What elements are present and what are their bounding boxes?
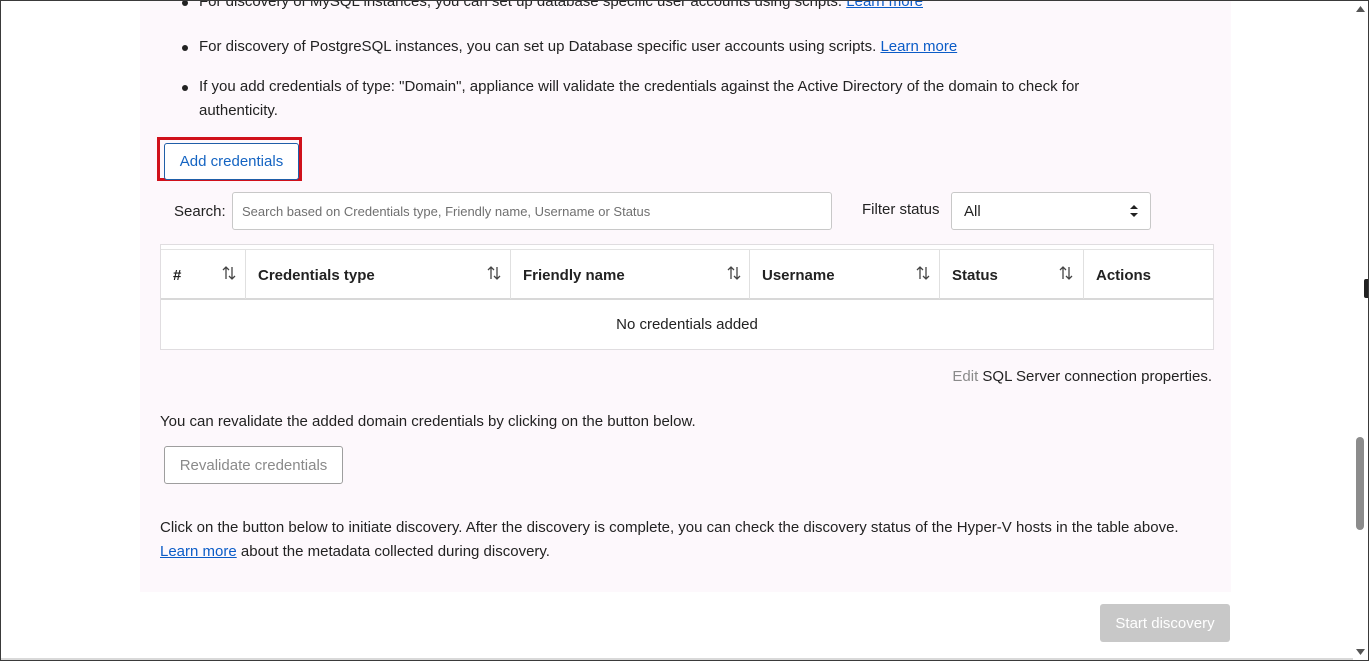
discovery-text-before: Click on the button below to initiate di…: [160, 519, 1179, 536]
sort-icon: [916, 266, 930, 280]
bullet-mysql-text: For discovery of MySQL instances, you ca…: [199, 0, 843, 10]
column-header-status[interactable]: Status: [940, 250, 1084, 299]
bullet-domain-text: If you add credentials of type: "Domain"…: [199, 78, 1080, 119]
learn-more-metadata-link[interactable]: Learn more: [160, 543, 237, 560]
edit-sql-connection-link[interactable]: Edit: [952, 368, 978, 385]
learn-more-postgresql-link[interactable]: Learn more: [880, 38, 957, 55]
column-header-actions: Actions: [1096, 267, 1152, 284]
learn-more-mysql-link[interactable]: Learn more: [846, 1, 923, 10]
column-header-username[interactable]: Username: [750, 250, 940, 299]
credentials-table: # Credentials type Friendly name Usernam…: [160, 244, 1214, 350]
scroll-up-icon[interactable]: [1356, 5, 1365, 13]
edit-sql-connection-text: SQL Server connection properties.: [982, 368, 1212, 385]
start-discovery-button[interactable]: Start discovery: [1100, 604, 1230, 642]
sort-icon: [727, 266, 741, 280]
sort-icon: [487, 266, 501, 280]
column-header-friendly-name[interactable]: Friendly name: [511, 250, 750, 299]
column-header-number[interactable]: #: [161, 250, 246, 299]
add-credentials-button[interactable]: Add credentials: [164, 143, 299, 180]
revalidate-credentials-button[interactable]: Revalidate credentials: [164, 446, 343, 484]
sort-icon: [1059, 266, 1073, 280]
filter-status-select[interactable]: All: [951, 192, 1151, 230]
discovery-text-after: about the metadata collected during disc…: [240, 543, 550, 560]
filter-status-value: All: [964, 203, 981, 220]
edit-sql-connection-line: Edit SQL Server connection properties.: [952, 368, 1212, 385]
empty-table-message: No credentials added: [616, 316, 758, 333]
bullet-postgresql-text: For discovery of PostgreSQL instances, y…: [199, 38, 877, 55]
scroll-down-icon[interactable]: [1356, 648, 1365, 656]
column-header-credentials-type[interactable]: Credentials type: [246, 250, 511, 299]
search-input[interactable]: [232, 192, 832, 230]
browser-viewport: For discovery of MySQL instances, you ca…: [0, 0, 1369, 661]
select-arrows-icon: [1130, 205, 1138, 217]
discovery-description: Click on the button below to initiate di…: [160, 516, 1220, 564]
edge-notch: [1364, 279, 1368, 298]
scroll-thumb[interactable]: [1356, 437, 1364, 530]
search-label: Search:: [174, 203, 226, 220]
bullet-domain: If you add credentials of type: "Domain"…: [182, 75, 1159, 123]
bottom-edge: [1, 658, 1353, 660]
bullet-mysql: For discovery of MySQL instances, you ca…: [182, 0, 1189, 14]
sort-icon: [222, 266, 236, 280]
filter-status-label: Filter status: [862, 201, 940, 218]
table-header: # Credentials type Friendly name Usernam…: [161, 249, 1213, 300]
revalidate-description: You can revalidate the added domain cred…: [160, 413, 696, 430]
bullet-postgresql: For discovery of PostgreSQL instances, y…: [182, 35, 1189, 59]
vertical-scrollbar[interactable]: [1353, 1, 1368, 660]
